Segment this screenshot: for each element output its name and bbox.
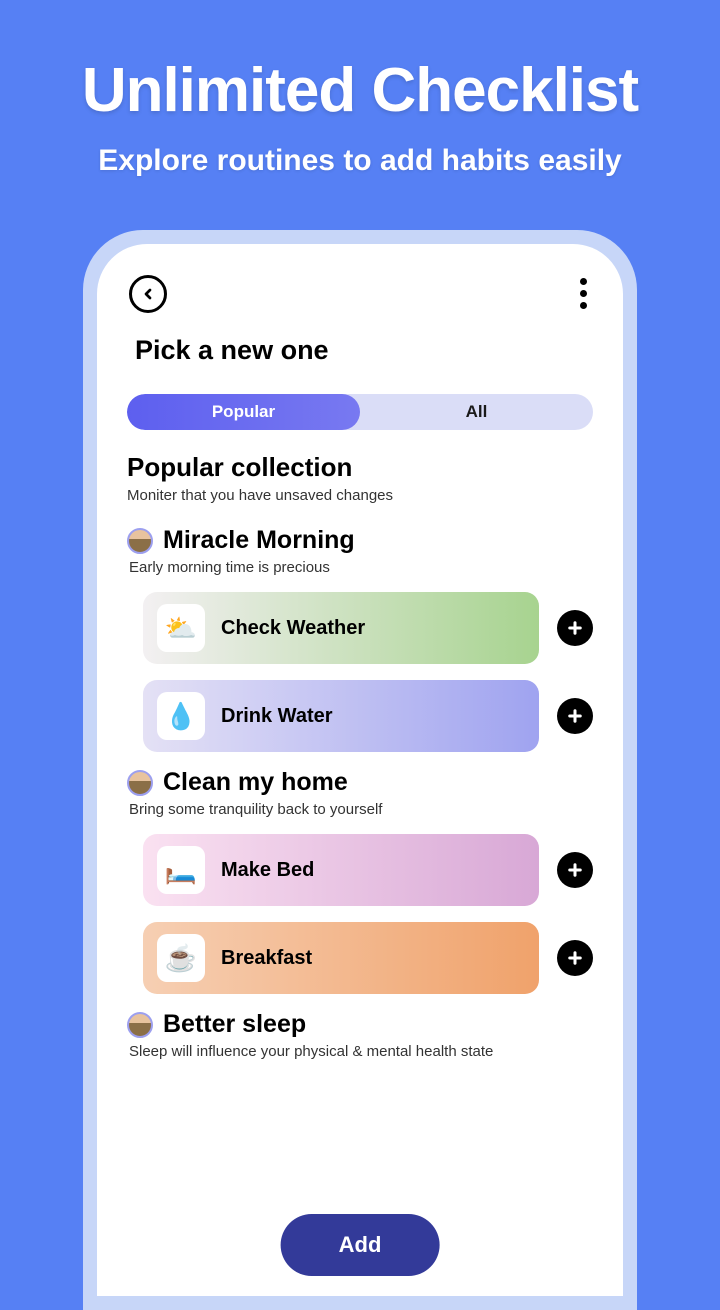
phone-screen: Pick a new one Popular All Popular colle…: [97, 244, 623, 1296]
routine-title: Clean my home: [163, 768, 348, 797]
topbar: [127, 274, 593, 313]
routine-block: Miracle Morning Early morning time is pr…: [127, 526, 593, 752]
routine-block: Clean my home Bring some tranquility bac…: [127, 768, 593, 994]
routine-subtitle: Bring some tranquility back to yourself: [129, 801, 593, 818]
habit-row: 🛏️ Make Bed: [143, 834, 593, 906]
habit-label: Check Weather: [221, 617, 365, 640]
add-button[interactable]: Add: [281, 1214, 440, 1276]
plus-icon: [566, 861, 584, 879]
habit-label: Drink Water: [221, 705, 333, 728]
hero-title: Unlimited Checklist: [0, 0, 720, 126]
routine-header: Miracle Morning: [127, 526, 593, 555]
chevron-left-icon: [140, 286, 156, 302]
coffee-icon: ☕: [157, 934, 205, 982]
weather-icon: ⛅: [157, 604, 205, 652]
habit-row: ☕ Breakfast: [143, 922, 593, 994]
more-options-button[interactable]: [576, 274, 591, 313]
avatar: [127, 528, 153, 554]
screen-title: Pick a new one: [135, 335, 593, 366]
routine-block: Better sleep Sleep will influence your p…: [127, 1010, 593, 1060]
habit-card-make-bed[interactable]: 🛏️ Make Bed: [143, 834, 539, 906]
add-habit-button[interactable]: [557, 940, 593, 976]
dot-icon: [580, 290, 587, 297]
water-drop-icon: 💧: [157, 692, 205, 740]
avatar: [127, 770, 153, 796]
section-title: Popular collection: [127, 452, 593, 483]
hero-subtitle: Explore routines to add habits easily: [0, 144, 720, 178]
habit-label: Make Bed: [221, 859, 314, 882]
routine-subtitle: Early morning time is precious: [129, 559, 593, 576]
add-habit-button[interactable]: [557, 852, 593, 888]
avatar: [127, 1012, 153, 1038]
habit-card-check-weather[interactable]: ⛅ Check Weather: [143, 592, 539, 664]
habit-row: ⛅ Check Weather: [143, 592, 593, 664]
back-button[interactable]: [129, 275, 167, 313]
tab-all[interactable]: All: [360, 394, 593, 430]
dot-icon: [580, 302, 587, 309]
plus-icon: [566, 707, 584, 725]
section-subtitle: Moniter that you have unsaved changes: [127, 487, 593, 504]
routine-title: Better sleep: [163, 1010, 306, 1039]
habit-card-breakfast[interactable]: ☕ Breakfast: [143, 922, 539, 994]
add-habit-button[interactable]: [557, 698, 593, 734]
plus-icon: [566, 619, 584, 637]
dot-icon: [580, 278, 587, 285]
routine-title: Miracle Morning: [163, 526, 355, 555]
habit-row: 💧 Drink Water: [143, 680, 593, 752]
tab-popular[interactable]: Popular: [127, 394, 360, 430]
bed-icon: 🛏️: [157, 846, 205, 894]
plus-icon: [566, 949, 584, 967]
add-habit-button[interactable]: [557, 610, 593, 646]
habit-card-drink-water[interactable]: 💧 Drink Water: [143, 680, 539, 752]
routine-subtitle: Sleep will influence your physical & men…: [129, 1043, 593, 1060]
habit-label: Breakfast: [221, 947, 312, 970]
routine-header: Better sleep: [127, 1010, 593, 1039]
routine-header: Clean my home: [127, 768, 593, 797]
tabs: Popular All: [127, 394, 593, 430]
phone-frame: Pick a new one Popular All Popular colle…: [83, 230, 637, 1310]
